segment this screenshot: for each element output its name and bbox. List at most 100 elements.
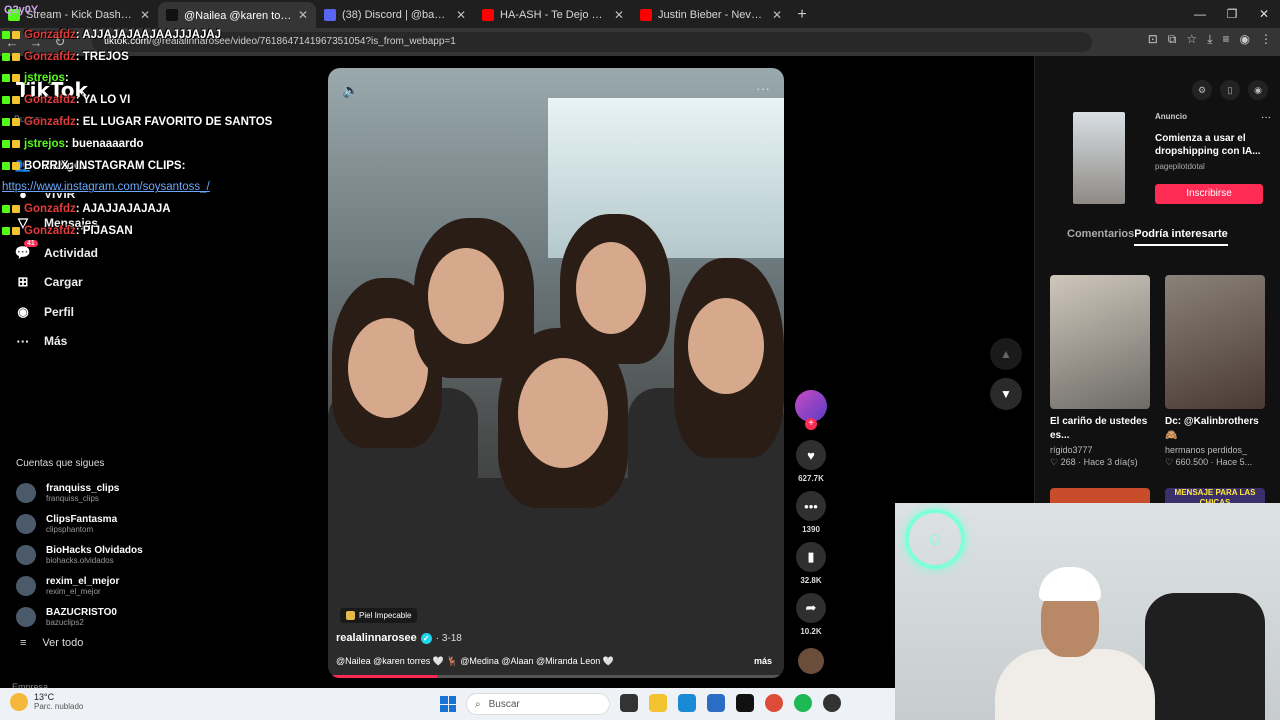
next-video-icon[interactable]: ▼ [990,378,1022,410]
download-icon[interactable]: ⤓ [1207,32,1212,47]
card-title: El cariño de ustedes es... [1050,416,1148,441]
close-window-icon[interactable]: ✕ [1248,0,1280,28]
account-name: BioHacks Olvidados [46,544,143,556]
tab-comments[interactable]: Comentarios [1067,228,1134,246]
video-player[interactable]: 🔈 ··· Piel Impecable realalinnarosee ✓ · 3… [328,68,784,678]
browser-tab[interactable]: Justin Bieber - Never Say Never ✕ [632,2,790,28]
tab-suggested[interactable]: Podría interesarte [1134,228,1228,246]
like-button[interactable]: ♥ 627.7K [796,440,826,483]
chat-message: Gonzafdz: AJAJJAJAJAJA [2,198,302,220]
badge-icon [12,74,20,83]
extension-icon[interactable]: ⧉ [1168,32,1177,47]
task-view-icon[interactable] [620,694,638,712]
file-explorer-icon[interactable] [649,694,667,712]
followed-account[interactable]: ClipsFantasma clipsphantom [16,509,143,540]
chat-text: : PIJASAN [75,225,133,238]
effect-icon [346,611,355,620]
card-title: Dc: @Kalinbrothers 🙈 [1165,416,1259,441]
close-tab-icon[interactable]: ✕ [298,8,308,22]
creator-avatar[interactable] [795,390,827,430]
media-icon[interactable]: ≡ [1223,32,1230,47]
panel-top-icons: ⚙ ▯ ◉ [1192,80,1268,100]
sidebar-item-label: Actividad [44,245,99,260]
followed-account[interactable]: rexim_el_mejor rexim_el_mejor [16,570,143,601]
sidebar-item-más[interactable]: ··· Más [14,326,154,355]
suggested-video-card[interactable]: El cariño de ustedes es... rígido3777 ♡ … [1050,275,1150,468]
new-tab-button[interactable]: + [790,2,814,28]
sidebar-item-actividad[interactable]: 💬 Actividad 41 [14,238,154,267]
account-text: BioHacks Olvidados biohacks.olvidados [46,545,143,565]
sidebar-item-label: Cargar [44,275,83,290]
music-disc-icon[interactable] [798,648,824,674]
followed-account[interactable]: BioHacks Olvidados biohacks.olvidados [16,540,143,571]
followed-account[interactable]: BAZUCRISTO0 bazuclips2 [16,601,143,632]
taskbar-search[interactable]: ⌕ Buscar [466,693,610,715]
chat-message: jstrejos: buenaaaardo [2,133,302,155]
video-navigation: ▲ ▼ [990,338,1022,418]
restore-icon[interactable]: ❐ [1216,0,1248,28]
search-icon: ⌕ [475,698,481,710]
sidebar-item-perfil[interactable]: ◉ Perfil [14,297,154,326]
ad-menu-icon[interactable]: ··· [1261,112,1271,123]
weather-widget[interactable]: 13°C Parc. nublado [10,692,83,711]
chat-message: jstrejos: [2,68,302,90]
start-icon[interactable] [440,696,456,712]
badge-icon [12,30,20,39]
tab-title: Justin Bieber - Never Say Never [658,9,766,21]
subscribe-button[interactable]: Inscribirse [1155,184,1263,204]
chrome-icon[interactable] [765,694,783,712]
chat-text: : INSTAGRAM CLIPS: [68,159,186,172]
profile-avatar[interactable]: ◉ [1240,32,1250,47]
settings-icon[interactable]: ⚙ [1192,80,1212,100]
spotify-icon[interactable] [794,694,812,712]
save-button[interactable]: ▮ 32.8K [796,542,826,585]
minimize-icon[interactable]: — [1184,0,1216,28]
account-text: franquiss_clips franquiss_clips [46,483,119,503]
chat-username: Gonzafdz [24,28,76,41]
tab-title: @Nailea @karen torres 🤍 [184,9,292,22]
video-author[interactable]: realalinnarosee ✓ · 3-18 [336,632,462,644]
browser-menu-icon[interactable]: ⋮ [1260,32,1272,47]
video-options-icon[interactable]: ··· [756,80,770,96]
device-icon[interactable]: ▯ [1220,80,1240,100]
streamer [995,563,1155,720]
neon-smiley-sign: ☺ [905,509,965,569]
taskbar-apps [620,694,841,712]
ad-label: Anuncio [1155,112,1187,121]
browser-tab[interactable]: HA-ASH - Te Dejo en Libertad ( ✕ [474,2,632,28]
account-handle: clipsphantom [46,525,94,535]
translate-icon[interactable]: ⊡ [1148,32,1158,47]
avatar [16,544,36,565]
comment-button[interactable]: ••• 1390 [796,491,826,534]
more-caption-link[interactable]: más [754,656,772,666]
close-tab-icon[interactable]: ✕ [614,8,624,22]
effect-sticker[interactable]: Piel Impecable [340,608,418,623]
close-tab-icon[interactable]: ✕ [772,8,782,22]
sidebar-item-cargar[interactable]: ⊞ Cargar [14,268,154,297]
close-tab-icon[interactable]: ✕ [456,8,466,22]
app-y-icon[interactable] [736,694,754,712]
close-tab-icon[interactable]: ✕ [140,8,150,22]
share-button[interactable]: ➦ 10.2K [796,593,826,636]
badge-icon [12,161,20,170]
store-icon[interactable] [707,694,725,712]
upload-icon: ⊞ [17,274,29,290]
see-all-link[interactable]: ≡ Ver todo [20,637,83,649]
person-shape [518,358,608,468]
ad-thumbnail [1073,112,1125,204]
volume-icon[interactable]: 🔈 [342,82,359,99]
obs-icon[interactable] [823,694,841,712]
person-shape [428,248,504,344]
video-progress-bar[interactable] [328,675,784,678]
sidebar-item-label: Más [44,334,68,349]
chat-link[interactable]: https://www.instagram.com/soysantoss_/ [2,181,210,193]
tab-title: HA-ASH - Te Dejo en Libertad ( [500,9,608,21]
suggested-video-card[interactable]: Dc: @Kalinbrothers 🙈 hermanos perdidos_ … [1165,275,1265,468]
bookmark-star-icon[interactable]: ☆ [1186,32,1197,47]
edge-icon[interactable] [678,694,696,712]
followed-account[interactable]: franquiss_clips franquiss_clips [16,478,143,509]
previous-video-icon[interactable]: ▲ [990,338,1022,370]
user-avatar[interactable]: ◉ [1248,80,1268,100]
chat-message: https://www.instagram.com/soysantoss_/ [2,177,302,199]
browser-tab[interactable]: (38) Discord | @bazucristo1 ✕ [316,2,474,28]
